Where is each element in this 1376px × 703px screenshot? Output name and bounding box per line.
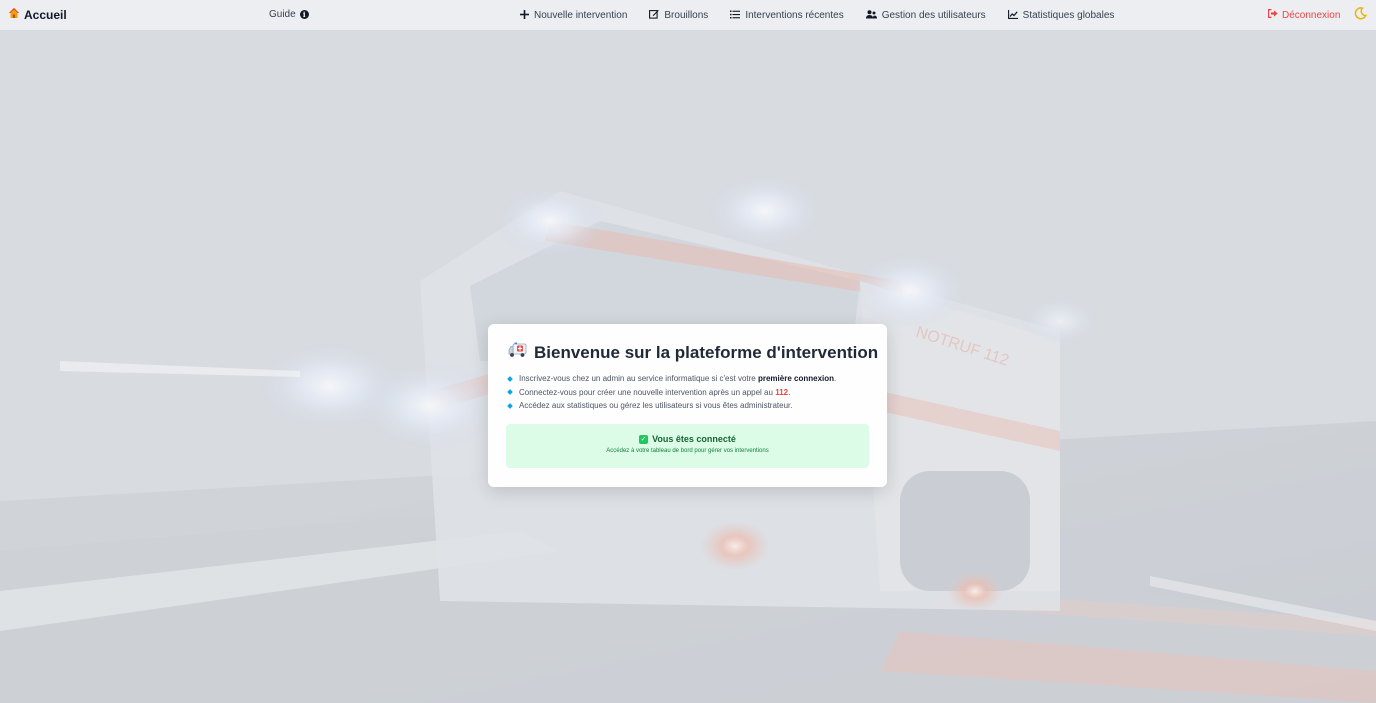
info-icon: i [299, 10, 309, 19]
emergency-number: 112 [775, 387, 789, 397]
nav-drafts-label: Brouillons [664, 10, 709, 21]
house-icon [8, 7, 20, 22]
welcome-card: Bienvenue sur la plateforme d'interventi… [488, 324, 887, 487]
nav-recent-interventions[interactable]: Interventions récentes [730, 9, 844, 22]
chart-icon [1007, 9, 1018, 22]
nav-drafts[interactable]: Brouillons [649, 9, 708, 22]
nav-new-intervention[interactable]: Nouvelle intervention [520, 9, 627, 22]
connected-status-box: ✓ Vous êtes connecté Accédez à votre tab… [506, 424, 869, 468]
bullet-icon [507, 389, 513, 396]
users-icon [865, 9, 877, 22]
logout-icon [1268, 9, 1278, 21]
brand-label: Accueil [24, 7, 67, 22]
instruction-text: Inscrivez-vous chez un admin au service … [519, 374, 756, 384]
top-navbar: Accueil Guide i Nouvelle intervention Br… [0, 0, 1376, 31]
instruction-item: Connectez-vous pour créer une nouvelle i… [507, 386, 869, 400]
instruction-punct: . [788, 387, 791, 397]
welcome-title: Bienvenue sur la plateforme d'interventi… [508, 342, 878, 363]
ambulance-icon [508, 342, 527, 363]
welcome-title-text: Bienvenue sur la plateforme d'interventi… [534, 342, 879, 362]
first-login-emphasis: première connexion [757, 374, 835, 384]
bullet-icon [507, 375, 513, 382]
status-subtitle: Accédez à votre tableau de bord pour gér… [606, 448, 769, 454]
status-heading: ✓ Vous êtes connecté [506, 434, 869, 444]
guide-link[interactable]: Guide i [269, 9, 309, 20]
logout-label: Déconnexion [1282, 9, 1341, 21]
instruction-list: Inscrivez-vous chez un admin au service … [507, 372, 869, 413]
moon-icon [1354, 7, 1367, 23]
plus-icon [520, 9, 529, 22]
instruction-item: Accédez aux statistiques ou gérez les ut… [507, 399, 869, 413]
check-icon: ✓ [639, 434, 649, 444]
home-link[interactable]: Accueil [8, 7, 67, 22]
list-icon [730, 10, 741, 22]
nav-stats-label: Statistiques globales [1022, 10, 1115, 21]
main-nav: Nouvelle intervention Brouillons Interve… [520, 9, 1114, 22]
logout-button[interactable]: Déconnexion [1268, 9, 1340, 21]
instruction-text: Connectez-vous pour créer une nouvelle i… [519, 387, 773, 397]
bullet-icon [507, 402, 513, 409]
nav-recent-label: Interventions récentes [745, 10, 844, 21]
instruction-item: Inscrivez-vous chez un admin au service … [507, 372, 869, 386]
nav-global-stats[interactable]: Statistiques globales [1007, 9, 1115, 22]
instruction-punct: . [834, 374, 837, 384]
guide-label: Guide [269, 9, 296, 20]
edit-icon [649, 9, 660, 22]
nav-new-intervention-label: Nouvelle intervention [534, 10, 628, 21]
theme-toggle[interactable] [1354, 7, 1367, 23]
status-title: Vous êtes connecté [652, 434, 736, 444]
nav-users-label: Gestion des utilisateurs [881, 10, 986, 21]
instruction-text: Accédez aux statistiques ou gérez les ut… [519, 401, 793, 411]
nav-user-management[interactable]: Gestion des utilisateurs [865, 9, 986, 22]
